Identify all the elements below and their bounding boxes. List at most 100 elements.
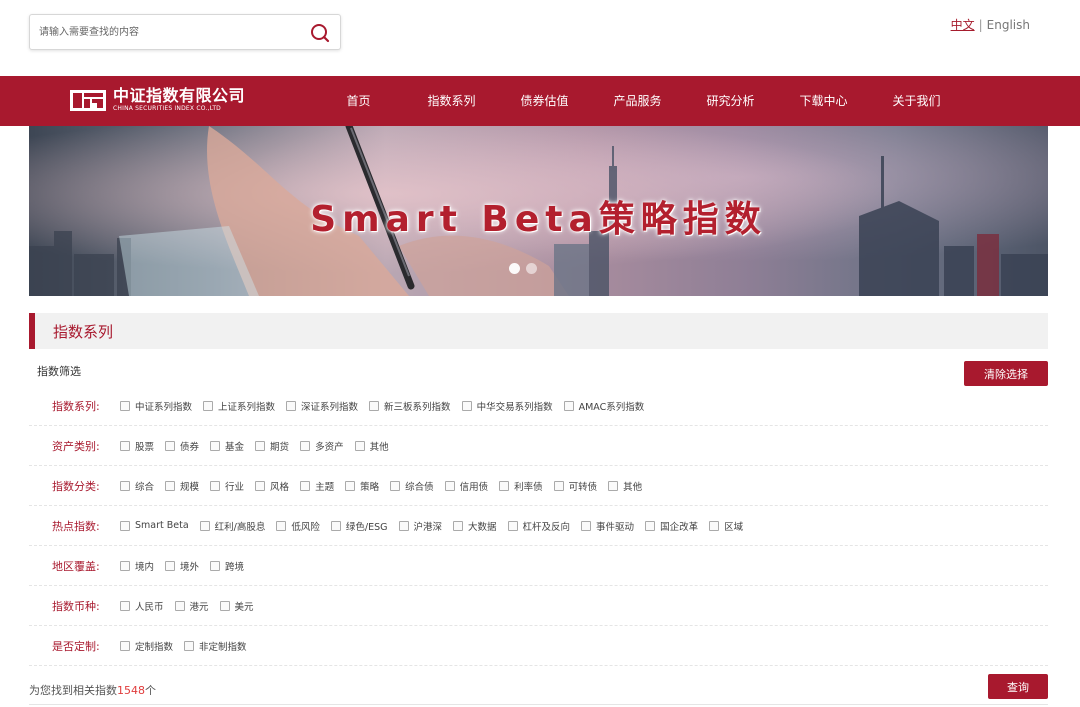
nav-item-product-service[interactable]: 产品服务: [591, 76, 684, 126]
filter-option[interactable]: 绿色/ESG: [330, 519, 388, 533]
checkbox[interactable]: [461, 400, 472, 411]
clear-selection-button[interactable]: 清除选择: [964, 361, 1048, 386]
checkbox[interactable]: [398, 520, 409, 531]
checkbox[interactable]: [184, 640, 195, 651]
filter-row-label: 指数系列:: [52, 399, 100, 413]
filter-option[interactable]: 美元: [219, 599, 254, 613]
filter-option[interactable]: 区域: [709, 519, 743, 533]
query-button[interactable]: 查询: [988, 674, 1048, 699]
filter-option[interactable]: 国企改革: [645, 519, 698, 533]
checkbox[interactable]: [165, 480, 176, 491]
checkbox[interactable]: [120, 640, 130, 651]
checkbox[interactable]: [210, 440, 221, 451]
nav-item-download[interactable]: 下载中心: [777, 76, 870, 126]
lang-chinese-link[interactable]: 中文: [951, 18, 975, 32]
checkbox[interactable]: [300, 440, 311, 451]
filter-option[interactable]: 综合: [120, 479, 154, 493]
lang-english-link[interactable]: English: [987, 18, 1030, 32]
filter-option[interactable]: 大数据: [453, 519, 497, 533]
checkbox[interactable]: [369, 400, 380, 411]
checkbox[interactable]: [390, 480, 401, 491]
filter-option[interactable]: 股票: [120, 439, 154, 453]
checkbox[interactable]: [120, 480, 130, 491]
checkbox[interactable]: [255, 440, 266, 451]
checkbox[interactable]: [354, 440, 365, 451]
checkbox[interactable]: [286, 400, 297, 411]
banner-carousel[interactable]: Smart Beta策略指数: [29, 126, 1048, 296]
checkbox[interactable]: [553, 480, 564, 491]
filter-option[interactable]: 上证系列指数: [203, 399, 275, 413]
filter-option[interactable]: 主题: [300, 479, 334, 493]
checkbox[interactable]: [199, 520, 210, 531]
filter-option[interactable]: 沪港深: [398, 519, 442, 533]
filter-option[interactable]: 人民币: [120, 599, 164, 613]
filter-option[interactable]: 基金: [210, 439, 244, 453]
carousel-dot-2[interactable]: [526, 263, 537, 274]
checkbox[interactable]: [300, 480, 311, 491]
filter-option[interactable]: 债券: [165, 439, 199, 453]
checkbox[interactable]: [210, 560, 221, 571]
nav-item-index-series[interactable]: 指数系列: [405, 76, 498, 126]
filter-option[interactable]: 策略: [345, 479, 379, 493]
checkbox[interactable]: [608, 480, 619, 491]
search-input[interactable]: [30, 15, 290, 49]
filter-option[interactable]: 红利/高股息: [199, 519, 265, 533]
checkbox[interactable]: [563, 400, 574, 411]
nav-item-home[interactable]: 首页: [312, 76, 405, 126]
filter-option[interactable]: 综合债: [390, 479, 434, 493]
checkbox[interactable]: [165, 440, 176, 451]
checkbox[interactable]: [174, 600, 185, 611]
filter-option[interactable]: 跨境: [210, 559, 244, 573]
filter-option[interactable]: 定制指数: [120, 639, 173, 653]
filter-option[interactable]: AMAC系列指数: [563, 399, 644, 413]
checkbox[interactable]: [709, 520, 720, 531]
filter-option[interactable]: Smart Beta: [120, 520, 189, 531]
nav-item-bond-valuation[interactable]: 债券估值: [498, 76, 591, 126]
checkbox[interactable]: [345, 480, 356, 491]
filter-option[interactable]: 其他: [354, 439, 389, 453]
checkbox[interactable]: [203, 400, 214, 411]
checkbox[interactable]: [210, 480, 221, 491]
carousel-dot-1[interactable]: [509, 263, 520, 274]
filter-option[interactable]: 多资产: [300, 439, 344, 453]
nav-item-about[interactable]: 关于我们: [870, 76, 963, 126]
filter-option[interactable]: 低风险: [276, 519, 320, 533]
filter-option[interactable]: 利率债: [499, 479, 543, 493]
checkbox[interactable]: [507, 520, 518, 531]
checkbox[interactable]: [219, 600, 230, 611]
checkbox[interactable]: [120, 600, 130, 611]
filter-option[interactable]: 境外: [165, 559, 199, 573]
filter-option[interactable]: 其他: [608, 479, 642, 493]
filter-option[interactable]: 风格: [255, 479, 289, 493]
filter-option[interactable]: 中证系列指数: [120, 399, 192, 413]
filter-option[interactable]: 规模: [165, 479, 199, 493]
checkbox[interactable]: [255, 480, 266, 491]
logo[interactable]: 中证指数有限公司 CHINA SECURITIES INDEX CO.,LTD: [69, 87, 245, 113]
filter-option[interactable]: 事件驱动: [581, 519, 634, 533]
filter-option[interactable]: 杠杆及反向: [507, 519, 570, 533]
search-icon[interactable]: [310, 23, 330, 43]
filter-option[interactable]: 深证系列指数: [286, 399, 358, 413]
checkbox[interactable]: [165, 560, 176, 571]
checkbox[interactable]: [444, 480, 455, 491]
checkbox[interactable]: [120, 560, 130, 571]
checkbox[interactable]: [499, 480, 510, 491]
filter-option[interactable]: 行业: [210, 479, 244, 493]
checkbox[interactable]: [120, 520, 130, 531]
filter-option[interactable]: 信用债: [444, 479, 488, 493]
filter-option[interactable]: 中华交易系列指数: [461, 399, 553, 413]
checkbox[interactable]: [330, 520, 341, 531]
checkbox[interactable]: [120, 400, 130, 411]
filter-option[interactable]: 境内: [120, 559, 154, 573]
filter-option[interactable]: 非定制指数: [184, 639, 247, 653]
filter-option[interactable]: 新三板系列指数: [369, 399, 451, 413]
filter-option[interactable]: 可转债: [553, 479, 597, 493]
checkbox[interactable]: [276, 520, 287, 531]
checkbox[interactable]: [645, 520, 656, 531]
filter-option[interactable]: 港元: [174, 599, 209, 613]
filter-option[interactable]: 期货: [255, 439, 289, 453]
checkbox[interactable]: [453, 520, 464, 531]
checkbox[interactable]: [581, 520, 592, 531]
checkbox[interactable]: [120, 440, 130, 451]
nav-item-research[interactable]: 研究分析: [684, 76, 777, 126]
